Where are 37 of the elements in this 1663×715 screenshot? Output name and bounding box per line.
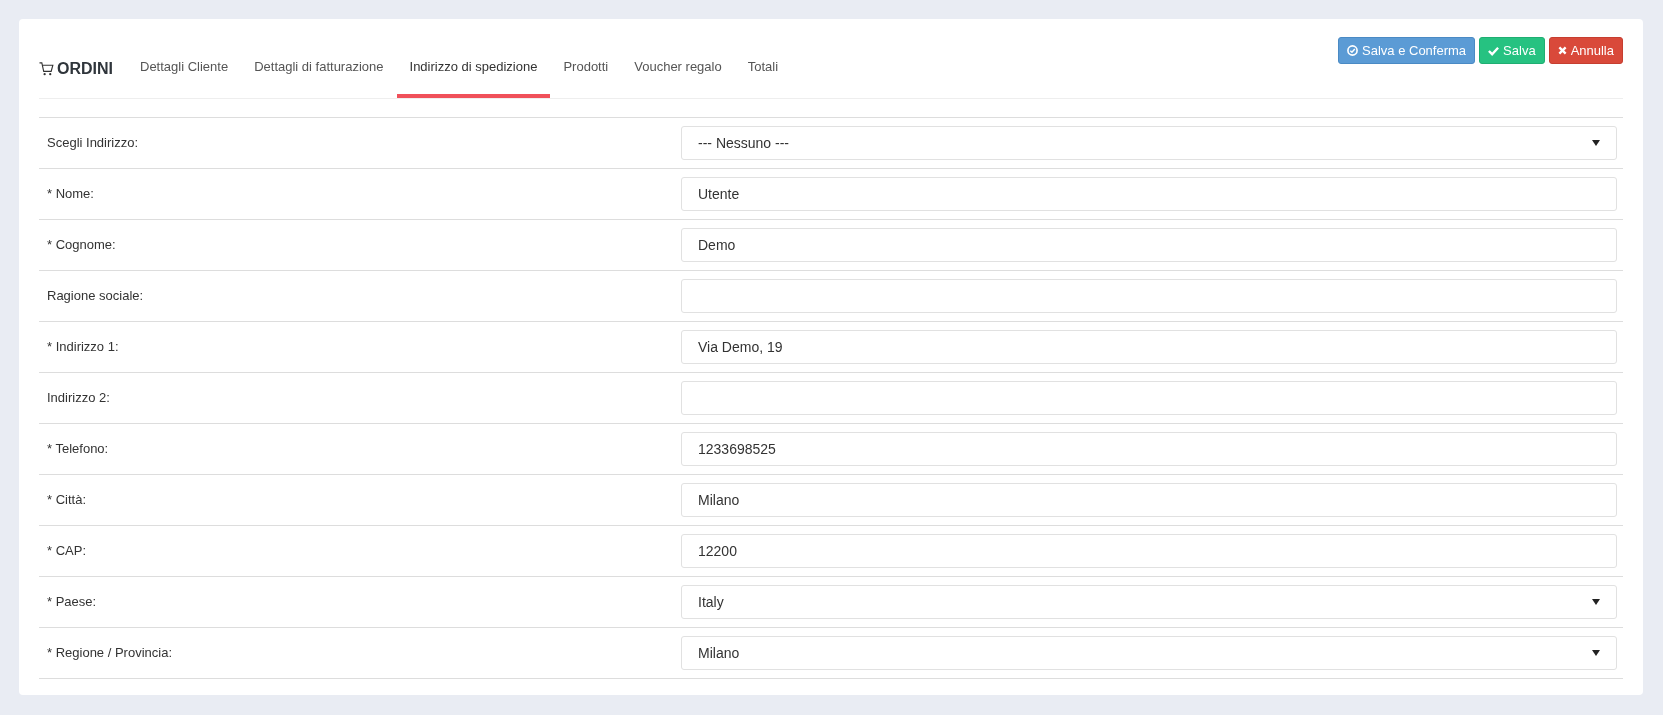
select-field[interactable]: Italy — [681, 585, 1617, 619]
check-icon — [1488, 45, 1500, 56]
cart-icon — [39, 61, 54, 76]
input-field[interactable]: 1233698525 — [681, 432, 1617, 466]
field-label: * CAP: — [46, 542, 87, 561]
cancel-button[interactable]: Annulla — [1548, 37, 1623, 64]
input-field[interactable] — [681, 381, 1617, 415]
tab[interactable]: Totali — [734, 39, 792, 98]
field-label: * Telefono: — [46, 440, 110, 459]
dropdown-caret-icon — [1592, 140, 1600, 146]
tab[interactable]: Dettagli di fatturazione — [241, 39, 397, 98]
select-field[interactable]: --- Nessuno --- — [681, 126, 1617, 160]
input-field[interactable]: 12200 — [681, 534, 1617, 568]
check-circle-icon — [1347, 45, 1359, 56]
tab[interactable]: Voucher regalo — [621, 39, 735, 98]
tab[interactable]: Indirizzo di spedizione — [396, 39, 551, 98]
page-title: ORDINI — [57, 58, 113, 79]
input-field[interactable]: Demo — [681, 228, 1617, 262]
field-label: * Indirizzo 1: — [46, 338, 120, 357]
dropdown-caret-icon — [1592, 599, 1600, 605]
field-label: Indirizzo 2: — [46, 389, 111, 408]
field-label: Ragione sociale: — [46, 287, 145, 306]
tab[interactable]: Dettagli Cliente — [127, 39, 242, 98]
close-icon — [1557, 46, 1567, 55]
field-label: Scegli Indirizzo: — [46, 134, 140, 153]
field-label: * Regione / Provincia: — [46, 644, 173, 663]
input-field[interactable] — [681, 279, 1617, 313]
field-label: * Cognome: — [46, 236, 117, 255]
tab[interactable]: Prodotti — [550, 39, 622, 98]
select-field[interactable]: Milano — [681, 636, 1617, 670]
input-field[interactable]: Utente — [681, 177, 1617, 211]
field-label: * Città: — [46, 491, 87, 510]
input-field[interactable]: Milano — [681, 483, 1617, 517]
field-label: * Paese: — [46, 593, 98, 612]
field-label: * Nome: — [46, 185, 95, 204]
dropdown-caret-icon — [1592, 650, 1600, 656]
input-field[interactable]: Via Demo, 19 — [681, 330, 1617, 364]
